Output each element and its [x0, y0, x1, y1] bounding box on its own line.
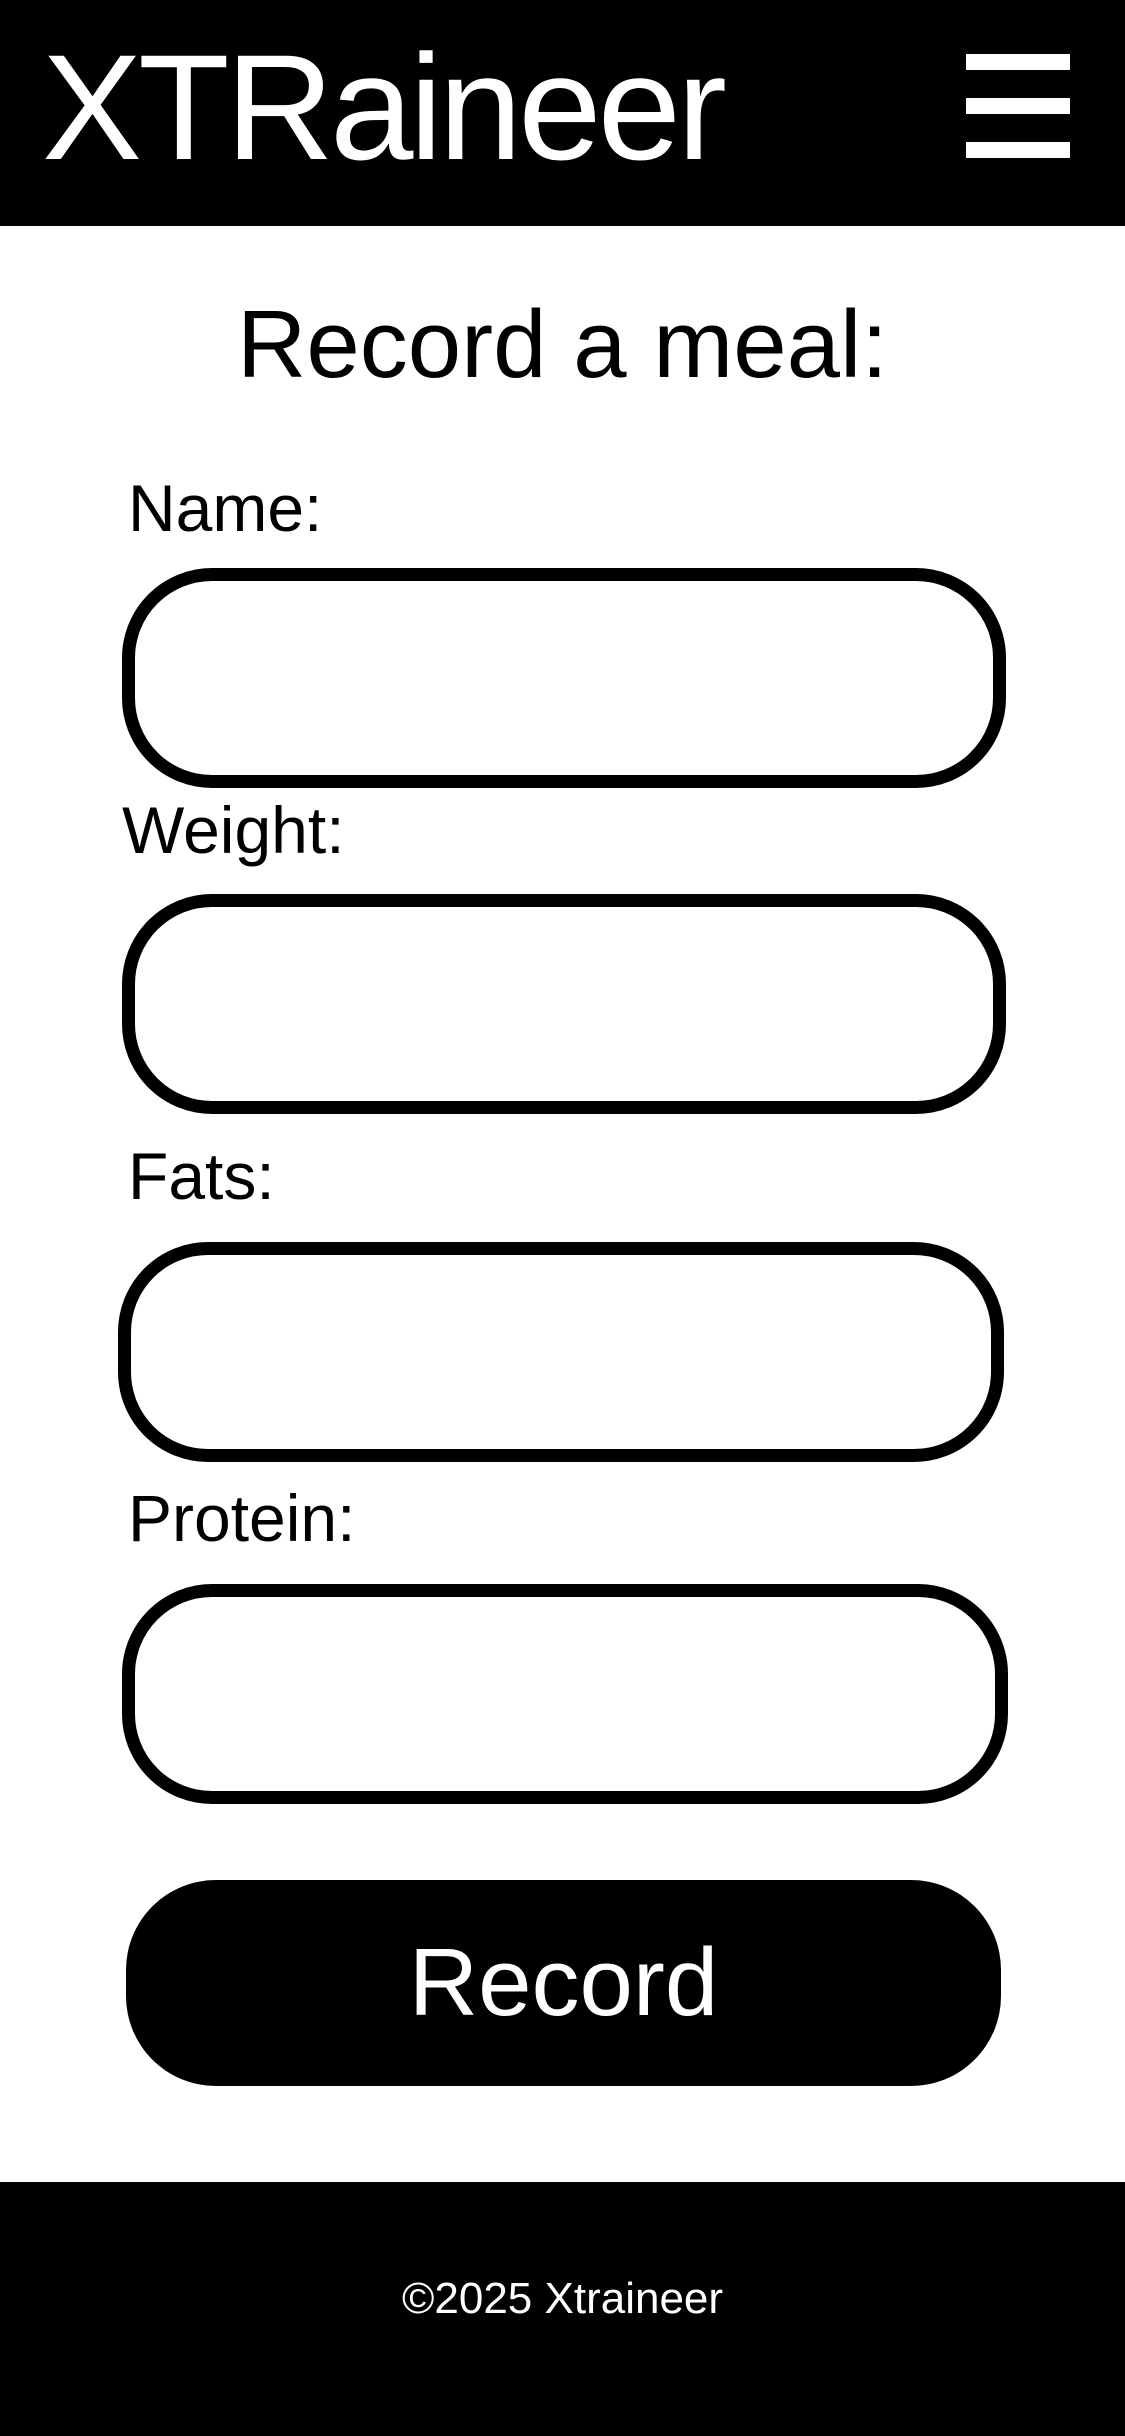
protein-input[interactable] [122, 1584, 1008, 1804]
weight-label: Weight: [122, 793, 345, 867]
protein-label: Protein: [128, 1481, 356, 1555]
name-input[interactable] [122, 568, 1006, 788]
app-footer: ©2025 Xtraineer [0, 2182, 1125, 2436]
menu-bar-bottom [966, 142, 1070, 158]
fats-label: Fats: [128, 1139, 275, 1213]
menu-bar-middle [966, 98, 1070, 114]
hamburger-menu-icon[interactable] [966, 54, 1070, 158]
name-label: Name: [128, 471, 323, 545]
meal-record-page: XTRaineer Record a meal: Name: Weight: F… [0, 0, 1125, 2436]
copyright-text: ©2025 Xtraineer [401, 2274, 724, 2323]
fats-input[interactable] [118, 1242, 1004, 1462]
menu-bar-top [966, 54, 1070, 70]
record-button[interactable]: Record [126, 1880, 1001, 2086]
app-header: XTRaineer [0, 0, 1125, 226]
app-brand-title: XTRaineer [42, 23, 727, 191]
form-title: Record a meal: [237, 291, 888, 398]
weight-input[interactable] [122, 894, 1006, 1114]
